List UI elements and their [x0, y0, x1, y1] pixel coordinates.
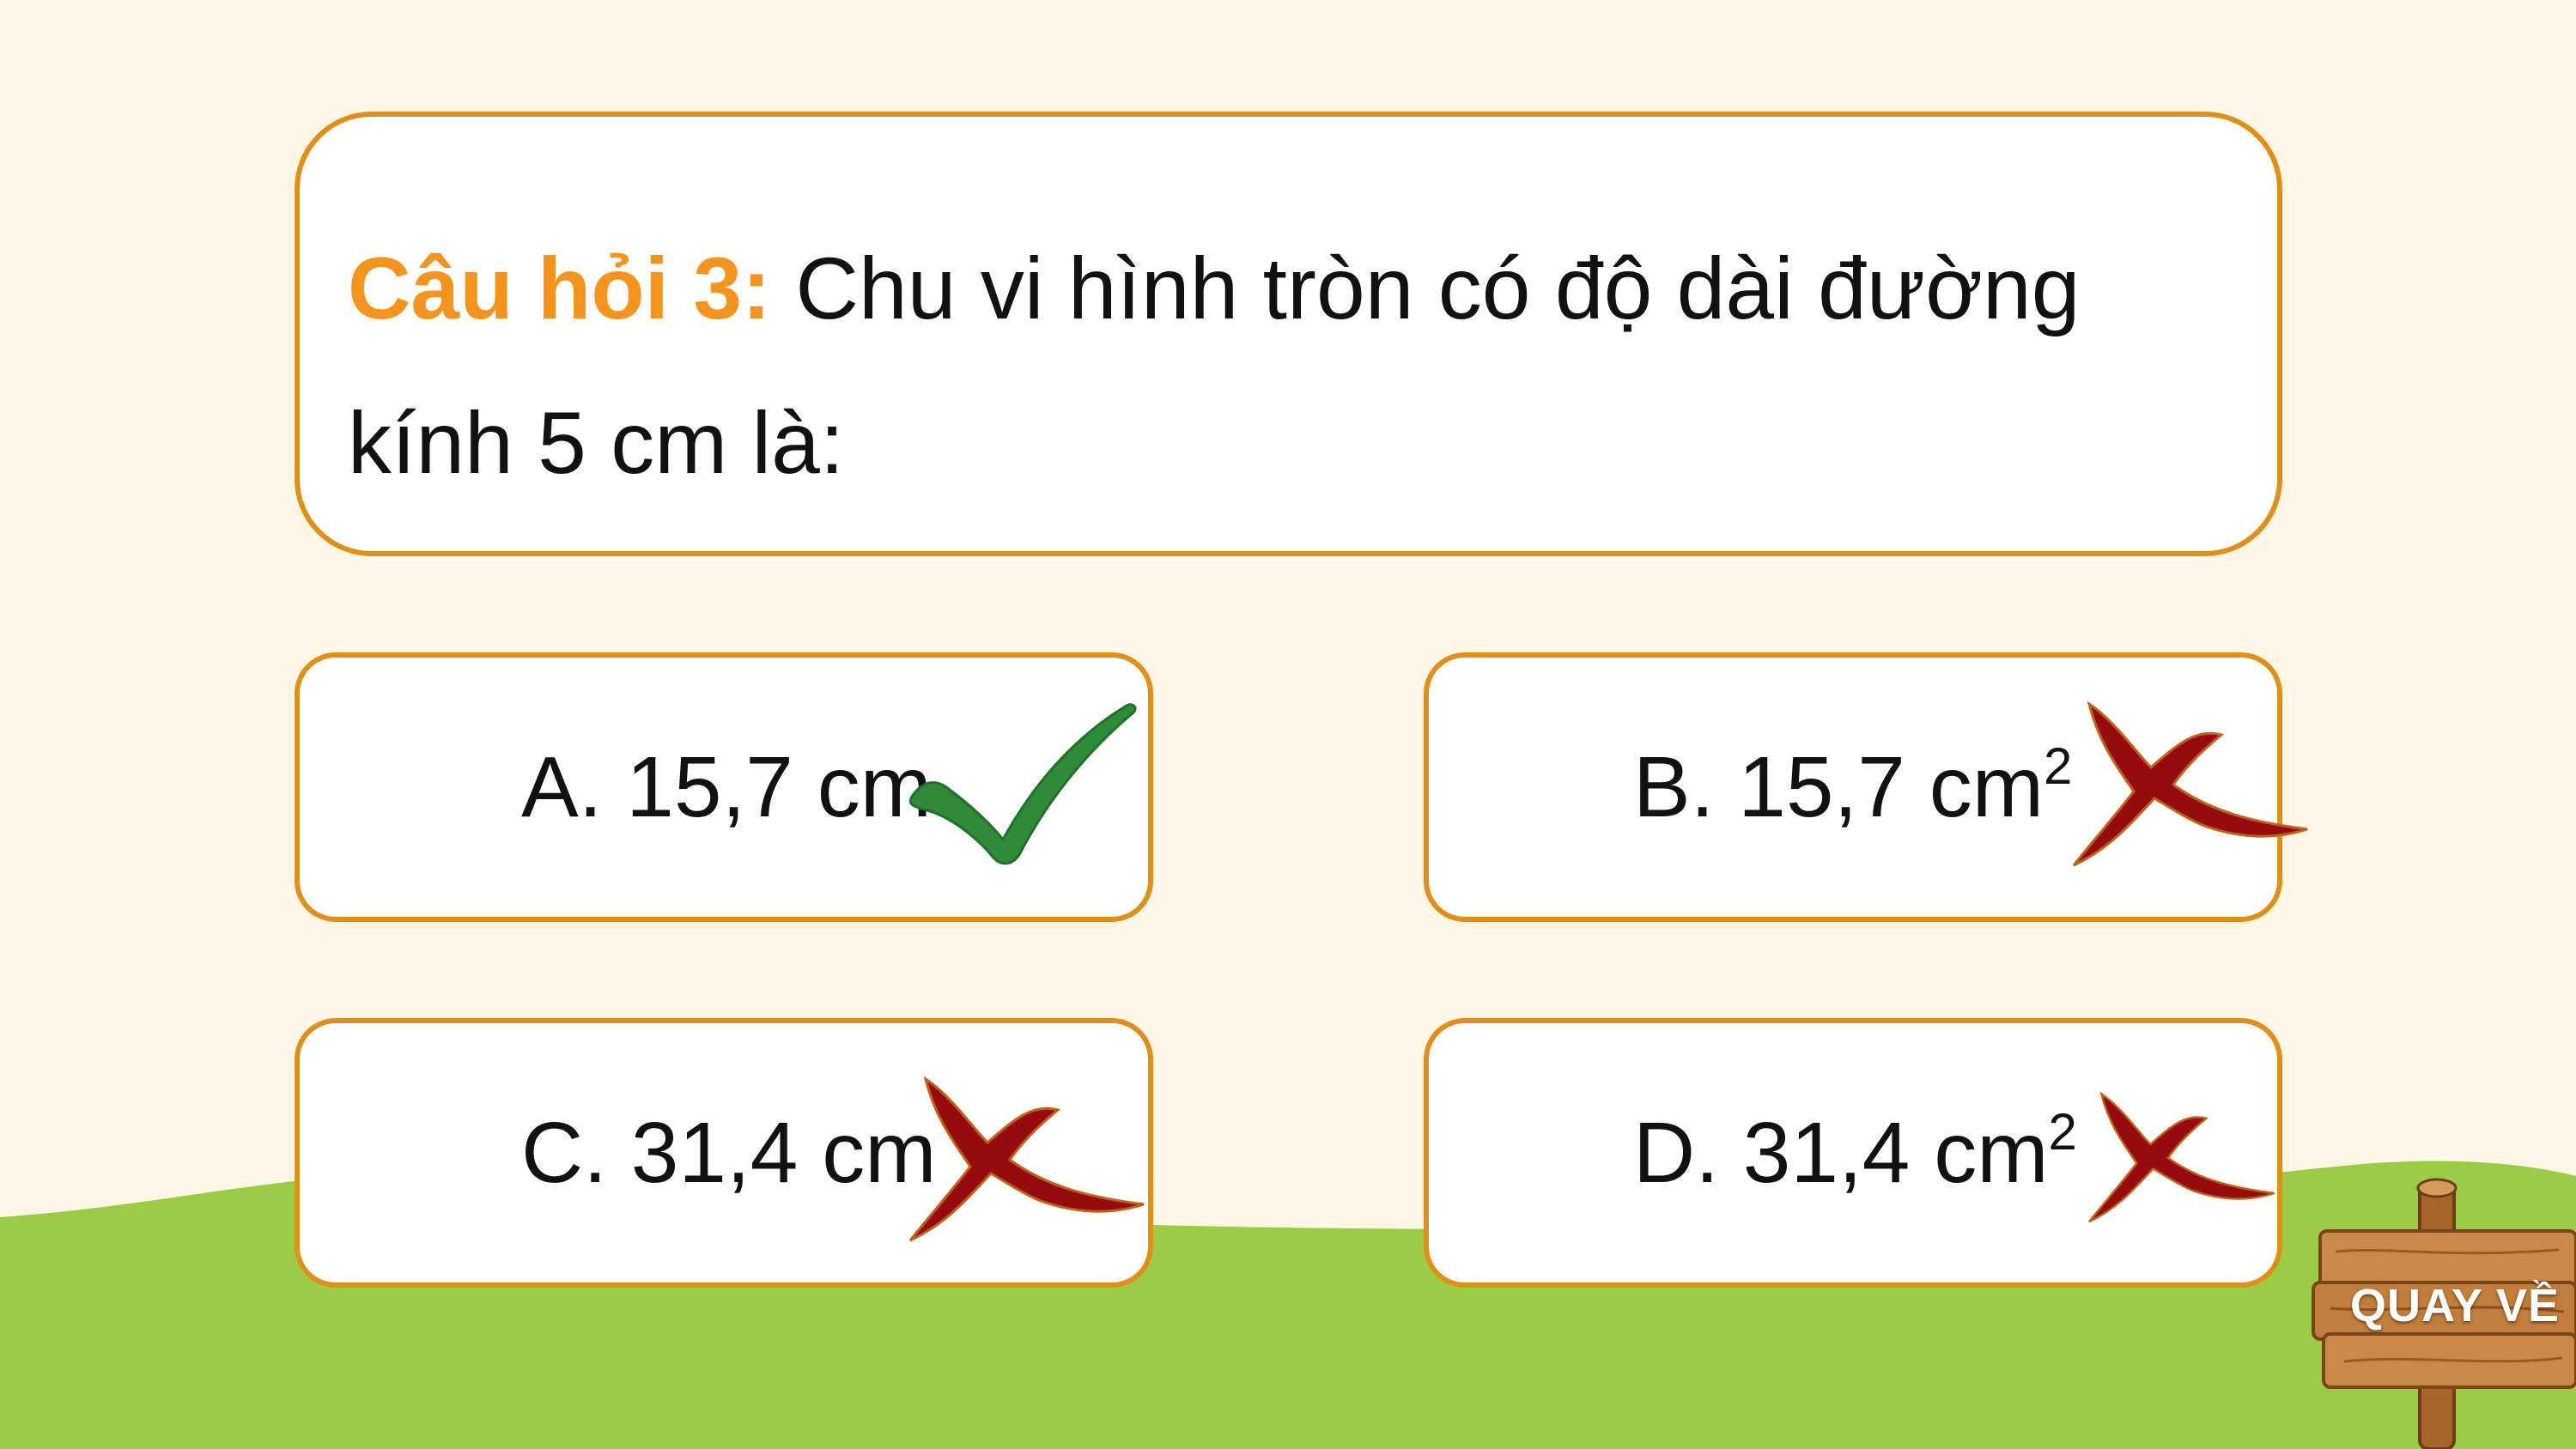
answer-d-letter: D. — [1633, 1105, 1719, 1201]
x-icon — [2072, 700, 2308, 867]
slide: Câu hỏi 3: Chu vi hình tròn có độ dài đư… — [0, 0, 2576, 1449]
answer-b-value: 15,7 cm — [1738, 739, 2044, 835]
x-icon — [908, 1076, 1145, 1242]
answer-c-text: C. 31,4 cm — [521, 1023, 937, 1282]
answer-a-value: 15,7 cm — [626, 739, 932, 835]
answer-b-letter: B. — [1633, 739, 1715, 835]
question-card: Câu hỏi 3: Chu vi hình tròn có độ dài đư… — [295, 112, 2282, 556]
answer-a-text: A. 15,7 cm — [521, 658, 932, 917]
answer-d-text: D. 31,4 cm2 — [1633, 1023, 2077, 1282]
answer-d-superscript: 2 — [2048, 1103, 2077, 1161]
answer-c-value: 31,4 cm — [630, 1105, 937, 1201]
answer-d-value: 31,4 cm — [1742, 1105, 2049, 1201]
question-label: Câu hỏi 3: — [348, 239, 772, 337]
answer-b-text: B. 15,7 cm2 — [1633, 658, 2072, 917]
answer-a-letter: A. — [521, 739, 603, 835]
x-icon — [2088, 1091, 2275, 1223]
back-button-label: QUAY VỀ — [2349, 1280, 2561, 1331]
check-icon — [908, 703, 1137, 865]
question-text: Câu hỏi 3: Chu vi hình tròn có độ dài đư… — [348, 211, 2237, 520]
answer-c-letter: C. — [521, 1105, 607, 1201]
